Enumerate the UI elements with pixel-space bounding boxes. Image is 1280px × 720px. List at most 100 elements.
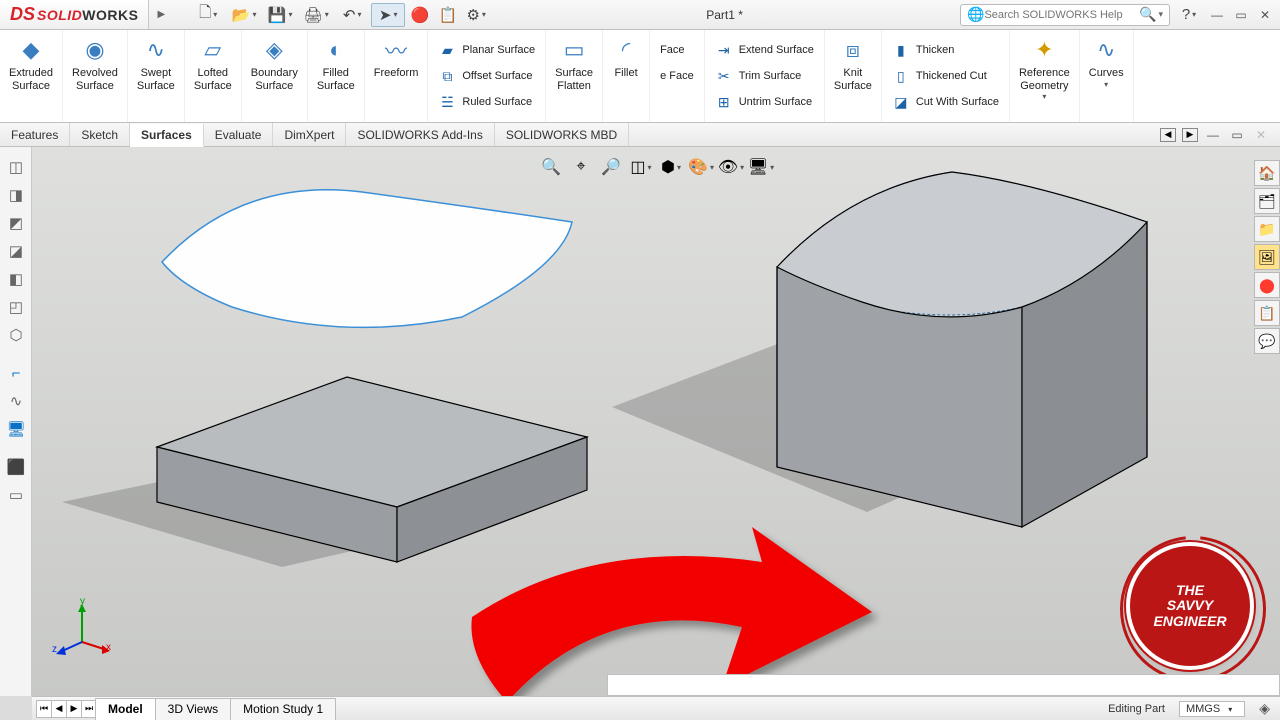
badge-line1: THE — [1176, 583, 1204, 598]
cut-with-surface-button[interactable]: ◪Cut With Surface — [888, 89, 1003, 115]
fillet-button[interactable]: ◜Fillet — [603, 30, 650, 122]
thicken-icon: ▮ — [892, 41, 910, 59]
boundary-surface-button[interactable]: ◈Boundary Surface — [242, 30, 308, 122]
tab-evaluate[interactable]: Evaluate — [204, 123, 274, 146]
surface-flatten-button[interactable]: ▭Surface Flatten — [546, 30, 603, 122]
extruded-surface-button[interactable]: ◆Extruded Surface — [0, 30, 63, 122]
tab-dimxpert[interactable]: DimXpert — [273, 123, 346, 146]
tab-addins[interactable]: SOLIDWORKS Add-Ins — [346, 123, 494, 146]
config-mgr-icon[interactable]: ◩ — [0, 209, 32, 237]
graphics-viewport[interactable]: 🔍 ⌖ 🔎 ◫ ⬢ 🎨 👁 🖥 — [32, 147, 1280, 696]
badge-line2: SAVVY — [1167, 598, 1213, 613]
rebuild-button[interactable]: 🔴 — [407, 3, 433, 27]
extend-surface-icon: ⇥ — [715, 41, 733, 59]
sketch-spline-icon[interactable]: ∿ — [0, 387, 32, 415]
tab-surfaces[interactable]: Surfaces — [130, 124, 204, 147]
swept-surface-icon: ∿ — [142, 36, 170, 64]
help-button[interactable]: ? — [1176, 3, 1202, 27]
filled-surface-button[interactable]: ◐Filled Surface — [308, 30, 365, 122]
menu-expand-icon[interactable]: ▶ — [149, 9, 173, 20]
revolved-surface-button[interactable]: ◉Revolved Surface — [63, 30, 128, 122]
freeform-button[interactable]: 〰Freeform — [365, 30, 429, 122]
tab-next-icon[interactable]: ▶ — [66, 700, 82, 718]
close-button[interactable]: ✕ — [1256, 6, 1274, 24]
tab-sketch[interactable]: Sketch — [70, 123, 130, 146]
taskpane-library-icon[interactable]: 🗂 — [1254, 188, 1280, 214]
taskpane-file-explorer-icon[interactable]: 📁 — [1254, 216, 1280, 242]
taskpane-forum-icon[interactable]: 💬 — [1254, 328, 1280, 354]
curves-button[interactable]: ∿Curves▾ — [1080, 30, 1134, 122]
planar-surface-button[interactable]: ▰Planar Surface — [434, 37, 539, 63]
panel-collapse-right-button[interactable]: ▶ — [1182, 128, 1198, 142]
revolved-surface-icon: ◉ — [81, 36, 109, 64]
options-list-button[interactable]: 📋 — [435, 3, 461, 27]
face-button[interactable]: Face — [656, 37, 698, 63]
property-mgr-icon[interactable]: ◨ — [0, 181, 32, 209]
tab-prev-icon[interactable]: ◀ — [51, 700, 67, 718]
new-button[interactable]: 🗋 — [191, 3, 225, 27]
minimize-button[interactable]: ― — [1208, 6, 1226, 24]
command-input-bar[interactable] — [607, 674, 1280, 696]
restore-button[interactable]: ▭ — [1232, 6, 1250, 24]
child-minimize-button[interactable]: ― — [1204, 126, 1222, 144]
sketch-line-icon[interactable]: ⌐ — [0, 359, 32, 387]
thicken-button[interactable]: ▮Thicken — [888, 37, 1003, 63]
orientation-triad[interactable]: y x z — [52, 600, 112, 660]
print-button[interactable]: 🖨 — [299, 3, 333, 27]
trim-surface-button[interactable]: ✂Trim Surface — [711, 63, 818, 89]
filled-surface-icon: ◐ — [322, 36, 350, 64]
cut-with-surface-icon: ◪ — [892, 93, 910, 111]
child-restore-button[interactable]: ▭ — [1228, 126, 1246, 144]
sheet-icon[interactable]: ▭ — [0, 481, 32, 509]
reference-geometry-icon: ✦ — [1030, 36, 1058, 64]
search-icon[interactable]: 🔍 — [1139, 6, 1156, 23]
trim-surface-icon: ✂ — [715, 67, 733, 85]
taskpane-appearances-icon[interactable]: ⬤ — [1254, 272, 1280, 298]
delete-face-button[interactable]: e Face — [656, 63, 698, 89]
display-mgr-icon[interactable]: ◧ — [0, 265, 32, 293]
save-button[interactable]: 💾 — [263, 3, 297, 27]
tab-first-icon[interactable]: ⏮ — [36, 700, 52, 718]
taskpane-custom-props-icon[interactable]: 📋 — [1254, 300, 1280, 326]
status-info-icon[interactable]: ◈ — [1259, 700, 1270, 717]
offset-surface-button[interactable]: ⧉Offset Surface — [434, 63, 539, 89]
extend-surface-button[interactable]: ⇥Extend Surface — [711, 37, 818, 63]
offset-surface-icon: ⧉ — [438, 67, 456, 85]
lofted-surface-button[interactable]: ▱Lofted Surface — [185, 30, 242, 122]
select-button[interactable]: ➤ — [371, 3, 405, 27]
bottom-tab-model[interactable]: Model — [95, 698, 156, 720]
tab-features[interactable]: Features — [0, 123, 70, 146]
ruled-surface-button[interactable]: ☱Ruled Surface — [434, 89, 539, 115]
panel-collapse-left-button[interactable]: ◀ — [1160, 128, 1176, 142]
tab-mbd[interactable]: SOLIDWORKS MBD — [495, 123, 629, 146]
app-logo: DS SOLIDWORKS — [0, 0, 149, 29]
display-state-icon[interactable]: 🖥 — [0, 415, 32, 443]
reference-geometry-button[interactable]: ✦Reference Geometry▾ — [1010, 30, 1080, 122]
undo-button[interactable]: ↶ — [335, 3, 369, 27]
search-dropdown-icon[interactable]: ▾ — [1158, 9, 1163, 20]
settings-button[interactable]: ⚙ — [463, 3, 489, 27]
box-icon[interactable]: ⬛ — [0, 453, 32, 481]
knit-surface-button[interactable]: ⧈Knit Surface — [825, 30, 882, 122]
dimxpert-mgr-icon[interactable]: ◪ — [0, 237, 32, 265]
command-tabs: Features Sketch Surfaces Evaluate DimXpe… — [0, 123, 1280, 147]
freeform-icon: 〰 — [382, 36, 410, 64]
search-input[interactable] — [984, 9, 1139, 21]
units-selector[interactable]: MMGS — [1179, 701, 1245, 717]
child-close-button[interactable]: ✕ — [1252, 126, 1270, 144]
planar-surface-icon: ▰ — [438, 41, 456, 59]
taskpane-view-palette-icon[interactable]: 🖼 — [1254, 244, 1280, 270]
feature-tree-icon[interactable]: ◫ — [0, 153, 32, 181]
swept-surface-button[interactable]: ∿Swept Surface — [128, 30, 185, 122]
unknown-mgr-icon[interactable]: ⬡ — [0, 321, 32, 349]
thickened-cut-button[interactable]: ▯Thickened Cut — [888, 63, 1003, 89]
taskpane-home-icon[interactable]: 🏠 — [1254, 160, 1280, 186]
untrim-surface-button[interactable]: ⊞Untrim Surface — [711, 89, 818, 115]
open-button[interactable]: 📂 — [227, 3, 261, 27]
cam-mgr-icon[interactable]: ◰ — [0, 293, 32, 321]
triad-y-label: y — [80, 596, 85, 607]
help-search[interactable]: 🌐 🔍 ▾ — [960, 4, 1170, 26]
bottom-tab-3d-views[interactable]: 3D Views — [155, 698, 231, 720]
logo-text-solid: SOLID — [37, 7, 82, 23]
bottom-tab-motion-study[interactable]: Motion Study 1 — [230, 698, 336, 720]
